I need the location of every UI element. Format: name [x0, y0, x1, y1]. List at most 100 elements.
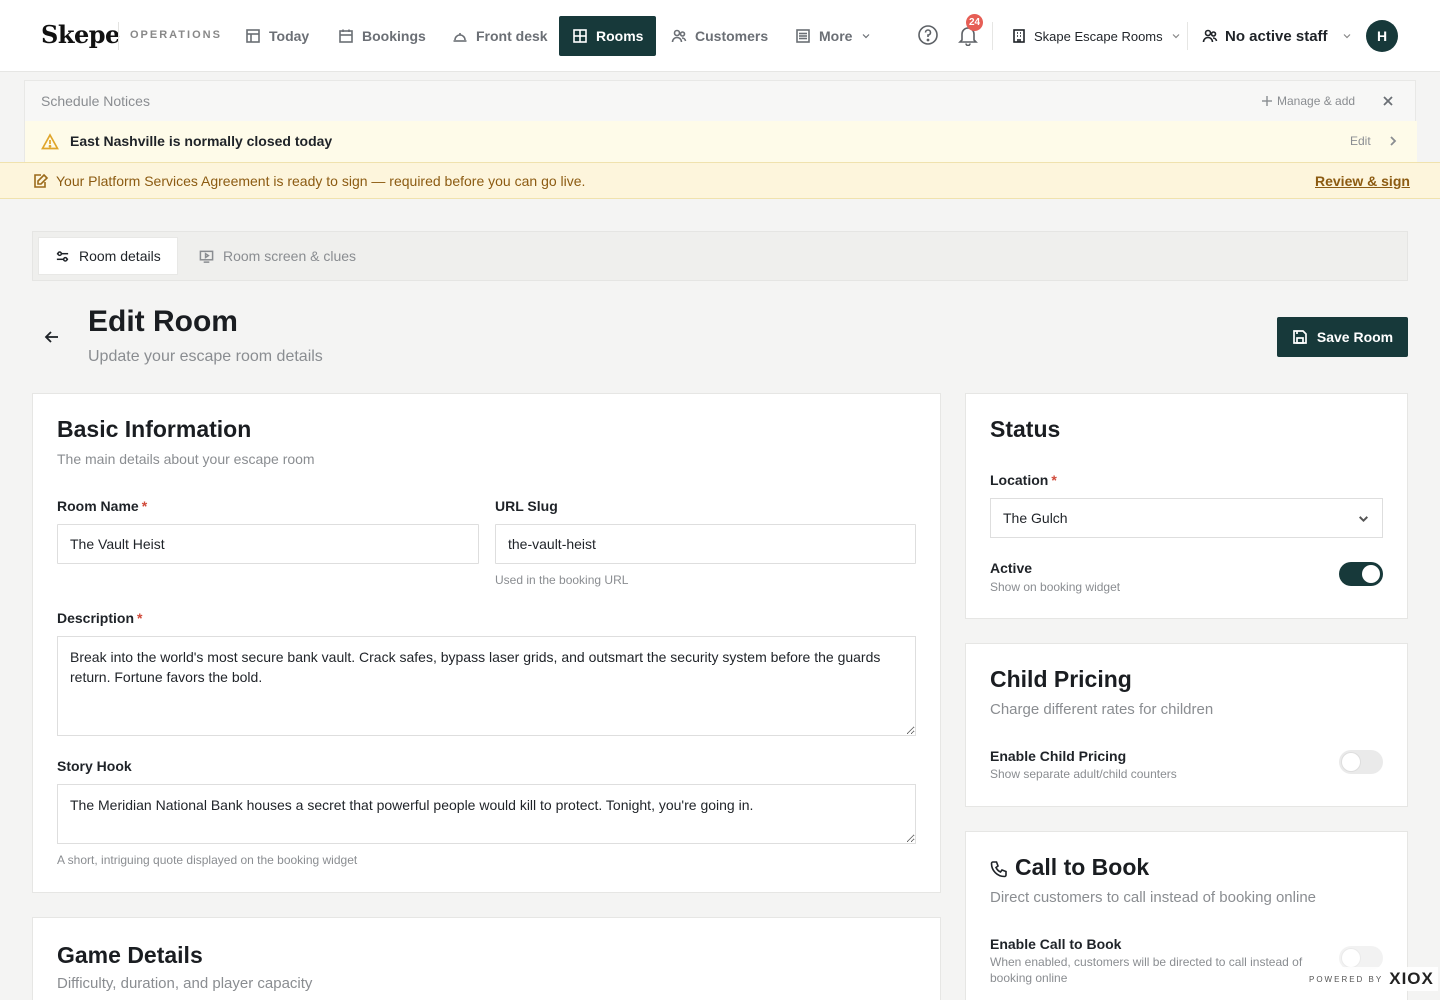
active-toggle[interactable]: [1339, 562, 1383, 586]
arrow-left-icon: [44, 331, 58, 343]
chevron-right-icon: [1386, 134, 1400, 148]
divider: [992, 22, 993, 50]
manage-add-button[interactable]: Manage & add: [1261, 94, 1355, 108]
bell-desk-icon: [453, 33, 467, 42]
sliders-icon: [56, 250, 69, 262]
toggle-knob: [1362, 565, 1380, 583]
tab-room-screen-clues[interactable]: Room screen & clues: [183, 237, 372, 275]
divider: [1187, 22, 1188, 50]
business-selector[interactable]: Skape Escape Rooms: [1011, 24, 1182, 48]
card-subtitle: Charge different rates for children: [990, 701, 1214, 718]
notification-badge: 24: [966, 14, 984, 31]
users-icon: [1202, 29, 1218, 43]
card-title: Status: [990, 416, 1061, 442]
plus-icon: [1262, 96, 1272, 106]
nav-item-more[interactable]: More: [782, 16, 885, 56]
child-pricing-card: Child Pricing Charge different rates for…: [965, 643, 1408, 807]
list-icon: [796, 29, 810, 43]
notice-edit-link[interactable]: Edit: [1350, 134, 1371, 148]
description-label: Description *: [57, 610, 142, 626]
toggle-knob: [1342, 949, 1360, 967]
nav-item-rooms[interactable]: Rooms: [559, 16, 657, 56]
agreement-text: Your Platform Services Agreement is read…: [56, 173, 586, 189]
save-room-button[interactable]: Save Room: [1277, 317, 1408, 357]
powered-by-badge[interactable]: POWERED BY XIOX: [1305, 967, 1438, 991]
location-label: Location *: [990, 472, 1057, 488]
nav-label: Customers: [695, 28, 769, 44]
page-subtitle: Update your escape room details: [88, 348, 323, 365]
nav-label: Bookings: [362, 28, 426, 44]
review-sign-link[interactable]: Review & sign: [1315, 173, 1410, 189]
required-mark: *: [137, 610, 143, 626]
document-edit-icon: [33, 173, 49, 189]
notice-text: East Nashville is normally closed today: [70, 133, 333, 149]
description-textarea[interactable]: Break into the world's most secure bank …: [57, 636, 916, 736]
table-icon: [246, 29, 260, 43]
close-notices-button[interactable]: [1380, 93, 1396, 109]
powered-by-text: POWERED BY: [1309, 974, 1384, 984]
card-subtitle: Direct customers to call instead of book…: [990, 889, 1317, 906]
tab-label: Room details: [79, 248, 161, 264]
brand-section: OPERATIONS: [130, 29, 222, 41]
help-icon: [918, 25, 938, 45]
avatar[interactable]: H: [1366, 20, 1398, 52]
label-text: Description: [57, 610, 135, 626]
notice-item[interactable]: East Nashville is normally closed today …: [25, 121, 1417, 163]
brand-logo[interactable]: Skepe: [41, 20, 120, 49]
staff-name: No active staff: [1225, 27, 1328, 45]
schedule-notices: Schedule Notices Manage & add East Nashv…: [24, 80, 1417, 163]
help-button[interactable]: [917, 24, 939, 46]
back-button[interactable]: [44, 329, 60, 345]
room-name-input[interactable]: [57, 524, 479, 564]
enable-child-pricing-subtitle: Show separate adult/child counters: [990, 767, 1177, 781]
manage-label: Manage & add: [1277, 94, 1356, 108]
nav-item-front-desk[interactable]: Front desk: [439, 16, 561, 56]
calendar-icon: [339, 29, 353, 43]
required-mark: *: [141, 498, 148, 514]
card-title: Child Pricing: [990, 666, 1132, 692]
card-subtitle: Difficulty, duration, and player capacit…: [57, 975, 313, 992]
business-name: Skape Escape Rooms: [1034, 28, 1163, 44]
notices-title: Schedule Notices: [41, 93, 150, 109]
save-label: Save Room: [1316, 329, 1394, 345]
save-icon: [1293, 330, 1307, 344]
monitor-icon: [199, 250, 214, 263]
logo-divider: [118, 22, 119, 50]
top-navigation: Skepe OPERATIONS Today Bookings Front de…: [0, 0, 1440, 72]
card-title: Call to Book: [1015, 854, 1150, 880]
card-subtitle: The main details about your escape room: [57, 451, 315, 467]
nav-item-today[interactable]: Today: [232, 16, 322, 56]
nav-item-customers[interactable]: Customers: [658, 16, 781, 56]
building-icon: [1013, 29, 1025, 43]
location-value: The Gulch: [1003, 510, 1068, 526]
child-pricing-toggle[interactable]: [1339, 750, 1383, 774]
nav-item-bookings[interactable]: Bookings: [325, 16, 439, 56]
story-hook-hint: A short, intriguing quote displayed on t…: [57, 853, 358, 867]
agreement-banner: Your Platform Services Agreement is read…: [0, 162, 1440, 199]
card-title: Basic Information: [57, 416, 252, 442]
required-mark: *: [1051, 472, 1057, 488]
close-icon: [1383, 96, 1393, 106]
tab-room-details[interactable]: Room details: [38, 237, 178, 275]
users-icon: [671, 29, 687, 43]
toggle-knob: [1342, 753, 1360, 771]
story-hook-textarea[interactable]: The Meridian National Bank houses a secr…: [57, 784, 916, 844]
nav-label: Front desk: [476, 28, 548, 44]
chevron-down-icon: [863, 34, 870, 39]
basic-information-card: Basic Information The main details about…: [32, 393, 941, 893]
enable-call-to-book-subtitle: When enabled, customers will be directed…: [990, 955, 1303, 985]
url-slug-input[interactable]: [495, 524, 916, 564]
enable-child-pricing-label: Enable Child Pricing: [990, 748, 1127, 764]
location-select[interactable]: The Gulch: [990, 498, 1383, 538]
status-card: Status Location * The Gulch Active Show o…: [965, 393, 1408, 619]
warning-icon: [41, 133, 59, 151]
page-title: Edit Room: [88, 305, 238, 338]
card-title: Game Details: [57, 942, 203, 968]
phone-icon: [990, 861, 1007, 878]
chevron-down-icon: [1172, 34, 1180, 39]
grid-icon: [573, 29, 587, 43]
nav-label: Today: [269, 28, 310, 44]
room-tabs: Room details Room screen & clues: [32, 231, 1408, 281]
story-hook-label: Story Hook: [57, 758, 132, 774]
staff-selector[interactable]: No active staff: [1202, 24, 1353, 48]
